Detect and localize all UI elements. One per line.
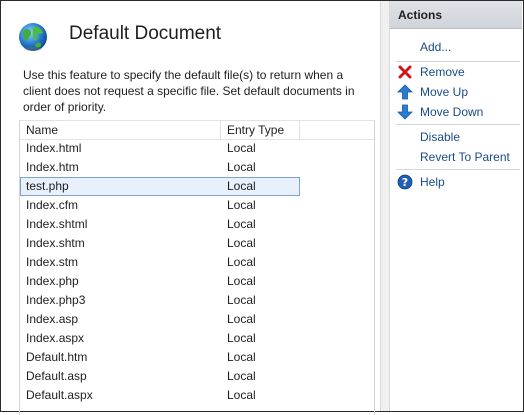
help-icon: ? — [397, 174, 413, 190]
row-name: Index.php3 — [26, 293, 86, 307]
feature-description: Use this feature to specify the default … — [23, 68, 355, 114]
row-name: Index.shtm — [26, 236, 85, 250]
actions-separator — [396, 124, 520, 125]
move-up-action-label[interactable]: Move Up — [420, 83, 468, 101]
revert-to-parent-action-label[interactable]: Revert To Parent — [420, 148, 510, 166]
help-action-label[interactable]: Help — [420, 173, 445, 191]
row-entry-type: Local — [227, 312, 256, 326]
arrow-down-icon — [397, 104, 413, 120]
table-row[interactable]: test.php Local — [20, 177, 300, 196]
table-row[interactable]: Index.aspx Local — [20, 329, 300, 348]
table-row[interactable]: Index.html Local — [20, 139, 300, 158]
move-down-action-label[interactable]: Move Down — [420, 103, 483, 121]
actions-header: Actions — [390, 1, 522, 29]
svg-text:?: ? — [402, 176, 408, 189]
move-up-action[interactable]: Move Up — [390, 83, 522, 101]
add-action[interactable]: Add... — [390, 38, 522, 56]
actions-separator — [396, 61, 520, 62]
disable-action-label[interactable]: Disable — [420, 128, 460, 146]
remove-action[interactable]: Remove — [390, 63, 522, 81]
table-row[interactable]: Default.asp Local — [20, 367, 300, 386]
remove-action-label[interactable]: Remove — [420, 63, 465, 81]
arrow-up-icon — [397, 84, 413, 100]
row-name: Index.html — [26, 141, 82, 155]
row-entry-type: Local — [227, 369, 256, 383]
list-header: Name Entry Type — [20, 120, 374, 140]
row-name: Index.aspx — [26, 331, 85, 345]
row-name: Default.aspx — [26, 388, 93, 402]
table-row[interactable]: Index.htm Local — [20, 158, 300, 177]
row-entry-type: Local — [227, 255, 256, 269]
table-row[interactable]: Index.stm Local — [20, 253, 300, 272]
table-row[interactable]: Index.php3 Local — [20, 291, 300, 310]
row-entry-type: Local — [227, 274, 256, 288]
disable-action[interactable]: Disable — [390, 128, 522, 146]
table-row[interactable]: Index.cfm Local — [20, 196, 300, 215]
default-document-list[interactable]: Name Entry Type Index.html Local Index.htm… — [19, 120, 375, 415]
table-row[interactable]: Default.htm Local — [20, 348, 300, 367]
row-entry-type: Local — [227, 160, 256, 174]
globe-icon — [19, 23, 47, 51]
row-name: Index.htm — [26, 160, 79, 174]
add-action-label[interactable]: Add... — [420, 38, 451, 56]
table-row[interactable]: Index.asp Local — [20, 310, 300, 329]
revert-to-parent-action[interactable]: Revert To Parent — [390, 148, 522, 166]
row-name: Index.shtml — [26, 217, 88, 231]
page-title: Default Document — [69, 23, 222, 44]
row-entry-type: Local — [227, 141, 256, 155]
row-name: test.php — [26, 179, 69, 193]
row-entry-type: Local — [227, 236, 256, 250]
table-row[interactable]: Index.php Local — [20, 272, 300, 291]
move-down-action[interactable]: Move Down — [390, 103, 522, 121]
column-header-entry-type[interactable]: Entry Type — [221, 121, 300, 139]
row-entry-type: Local — [227, 331, 256, 345]
row-name: Default.htm — [26, 350, 88, 364]
row-name: Index.cfm — [26, 198, 79, 212]
row-name: Index.php — [26, 274, 79, 288]
table-row[interactable]: Index.shtm Local — [20, 234, 300, 253]
row-entry-type: Local — [227, 217, 256, 231]
actions-pane: Actions Add... Remove Move Up Move Down … — [390, 1, 522, 411]
pane-splitter[interactable] — [380, 1, 390, 411]
table-row[interactable]: Default.aspx Local — [20, 386, 300, 405]
table-row[interactable]: Index.shtml Local — [20, 215, 300, 234]
help-action[interactable]: ? Help — [390, 173, 522, 191]
row-entry-type: Local — [227, 179, 256, 193]
row-entry-type: Local — [227, 293, 256, 307]
row-entry-type: Local — [227, 198, 256, 212]
row-entry-type: Local — [227, 350, 256, 364]
remove-icon — [398, 65, 412, 79]
row-name: Default.asp — [26, 369, 87, 383]
feature-pane: Default Document Use this feature to spe… — [1, 1, 379, 415]
actions-separator — [396, 169, 520, 170]
list-rows: Index.html Local Index.htm Local test.php Loc… — [20, 139, 374, 405]
column-header-name[interactable]: Name — [20, 121, 221, 139]
row-name: Index.stm — [26, 255, 79, 269]
row-entry-type: Local — [227, 388, 256, 402]
row-name: Index.asp — [26, 312, 79, 326]
